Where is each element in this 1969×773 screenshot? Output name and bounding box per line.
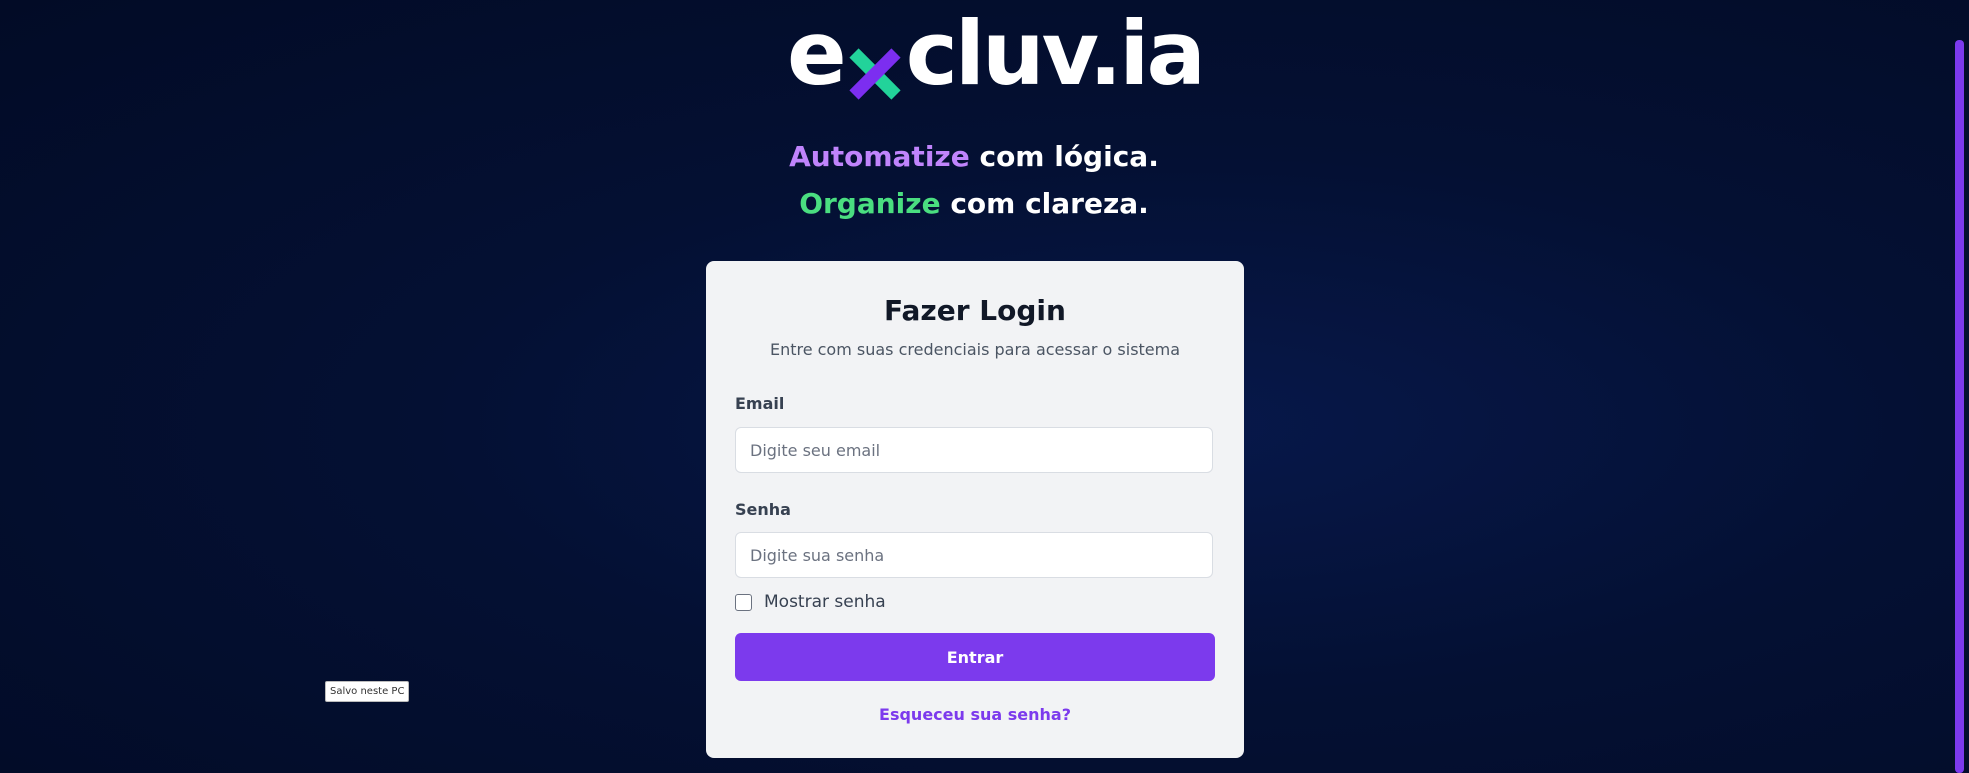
login-submit-button[interactable]: Entrar [735,633,1215,681]
show-password-label[interactable]: Mostrar senha [764,592,886,612]
forgot-password-link[interactable]: Esqueceu sua senha? [706,705,1244,724]
tagline-accent-2: Organize [799,187,941,220]
tagline-line-2: Organize com clareza. [0,190,1948,218]
login-title: Fazer Login [884,294,1066,327]
tagline-rest-2: com clareza. [950,187,1149,220]
saved-tooltip: Salvo neste PC [325,681,410,702]
x-mark-icon [846,29,904,100]
password-input[interactable] [735,532,1213,578]
logo-suffix: cluv.ia [905,2,1206,105]
login-subtitle: Entre com suas credenciais para acessar … [769,340,1181,359]
tagline-rest-1: com lógica. [979,140,1159,173]
tagline-accent-1: Automatize [789,140,970,173]
brand-logo: e cluv.ia [787,10,1206,100]
show-password-row: Mostrar senha [735,592,886,612]
tagline-line-1: Automatize com lógica. [0,143,1948,171]
logo-prefix: e [787,2,847,105]
password-label: Senha [735,500,791,519]
show-password-checkbox[interactable] [735,593,752,611]
page-scrollbar[interactable] [1955,40,1964,773]
login-page: e cluv.ia Automatize com lógica. Organiz… [0,0,1969,773]
email-input[interactable] [735,427,1213,473]
login-card: Fazer Login Entre com suas credenciais p… [706,261,1244,758]
email-label: Email [735,394,785,413]
